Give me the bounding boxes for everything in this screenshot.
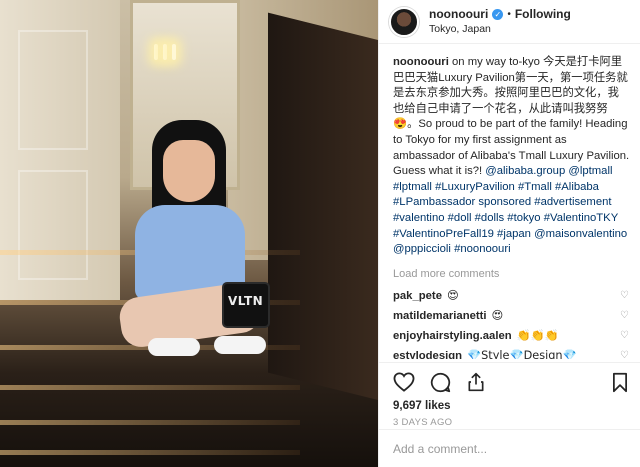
post-actions: 9,697 likes 3 DAYS AGO (379, 362, 640, 428)
post-photo[interactable]: VLTN (0, 0, 378, 467)
avatar[interactable] (389, 6, 419, 37)
comments-section[interactable]: noonoouri on my way to-kyo 今天是打卡阿里巴巴天猫Lu… (379, 44, 640, 359)
comment-row: matildemarianetti 😍 ♡ (393, 306, 630, 326)
instagram-post: VLTN noonoouri ✓ • Following Tokyo, Japa… (0, 0, 640, 467)
add-comment-bar (379, 429, 640, 467)
comment-username[interactable]: pak_pete (393, 290, 442, 302)
caption-tags[interactable]: @alibaba.group @lptmall #lptmall #Luxury… (393, 165, 627, 255)
comment-icon[interactable] (429, 371, 451, 393)
post-header: noonoouri ✓ • Following Tokyo, Japan (379, 0, 640, 44)
comment-like-icon[interactable]: ♡ (620, 311, 630, 321)
post-sidebar: noonoouri ✓ • Following Tokyo, Japan noo… (378, 0, 640, 467)
share-icon[interactable] (465, 371, 487, 393)
bookmark-icon[interactable] (609, 371, 631, 393)
location-link[interactable]: Tokyo, Japan (429, 22, 571, 37)
wall-panel (18, 170, 88, 280)
caption-username[interactable]: noonoouri (393, 56, 449, 68)
add-comment-input[interactable] (393, 441, 627, 456)
comment-username[interactable]: estylodesign (393, 350, 462, 359)
post-timestamp[interactable]: 3 DAYS AGO (393, 417, 631, 428)
following-button[interactable]: Following (515, 7, 571, 22)
action-bar (393, 368, 631, 396)
bag-logo-text: VLTN (228, 294, 264, 308)
comment-like-icon[interactable]: ♡ (620, 351, 630, 359)
staircase-banister (268, 12, 378, 401)
comment-text: 😍 (446, 289, 459, 303)
separator-dot: • (507, 8, 511, 20)
heart-icon[interactable] (393, 371, 415, 393)
verified-badge-icon: ✓ (492, 8, 504, 20)
comment-username[interactable]: matildemarianetti (393, 310, 487, 322)
stair-step (0, 420, 300, 425)
load-more-comments-button[interactable]: Load more comments (393, 267, 630, 283)
header-info: noonoouri ✓ • Following Tokyo, Japan (429, 7, 571, 37)
comment-row: pak_pete 😍 ♡ (393, 286, 630, 306)
sneaker (148, 338, 200, 356)
comment-text: 😍 (491, 309, 504, 323)
comment-username[interactable]: enjoyhairstyling.aalen (393, 330, 512, 342)
post-caption: noonoouri on my way to-kyo 今天是打卡阿里巴巴天猫Lu… (393, 55, 630, 258)
comment-like-icon[interactable]: ♡ (620, 291, 630, 301)
stair-step (0, 450, 300, 455)
likes-count[interactable]: 9,697 likes (393, 400, 631, 412)
comment-text: 👏👏👏 (516, 329, 559, 343)
stair-step (0, 385, 300, 390)
wall-sconce (152, 36, 178, 60)
sneaker (214, 336, 266, 354)
comment-text: 💎Style💎Design💎 (467, 349, 577, 359)
comment-row: estylodesign 💎Style💎Design💎 ♡ (393, 346, 630, 359)
doll-face (163, 140, 215, 202)
header-username[interactable]: noonoouri (429, 7, 488, 22)
wall-panel (18, 30, 88, 150)
header-top: noonoouri ✓ • Following (429, 7, 571, 22)
comment-row: enjoyhairstyling.aalen 👏👏👏 ♡ (393, 326, 630, 346)
caption-text: on my way to-kyo 今天是打卡阿里巴巴天猫Luxury Pavil… (393, 56, 630, 178)
comment-like-icon[interactable]: ♡ (620, 331, 630, 341)
